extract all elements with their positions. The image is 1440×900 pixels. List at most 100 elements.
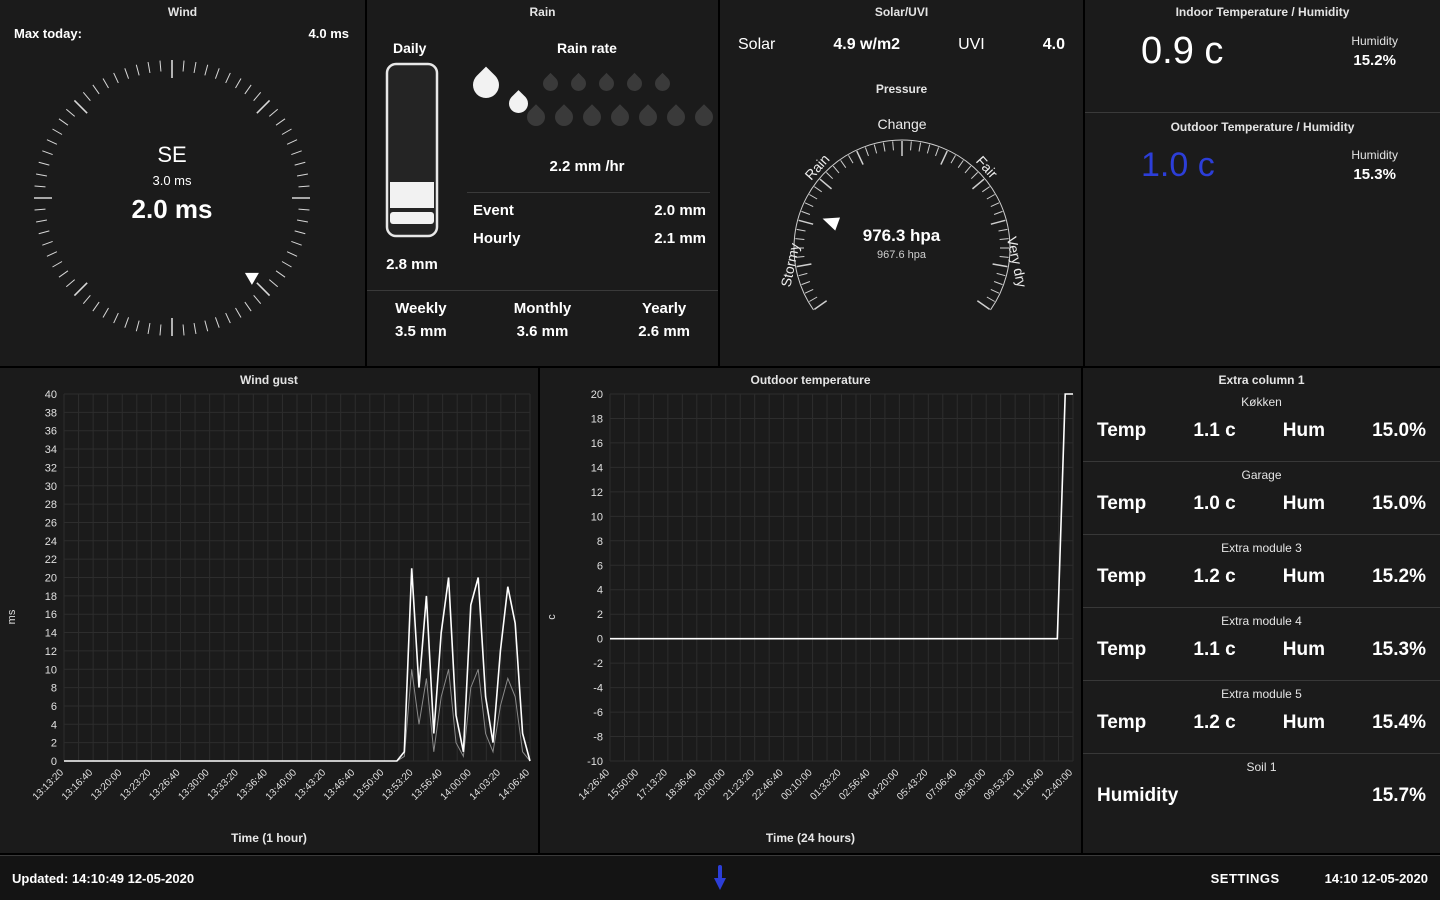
- module-readings-row: Temp 1.1 c Hum 15.3%: [1097, 639, 1426, 661]
- divider: [1085, 112, 1440, 113]
- svg-text:18: 18: [45, 591, 57, 603]
- temp-label: Temp: [1097, 493, 1147, 514]
- temperature-panel: Indoor Temperature / Humidity 0.9 c Humi…: [1085, 0, 1440, 366]
- svg-text:8: 8: [51, 683, 57, 695]
- last-updated-text: Updated: 14:10:49 12-05-2020: [12, 870, 195, 886]
- svg-text:14:06:40: 14:06:40: [497, 767, 533, 803]
- divider: [467, 192, 710, 193]
- svg-text:16: 16: [45, 609, 57, 621]
- outdoor-humidity-value: 15.3%: [1353, 166, 1396, 183]
- rain-panel: Rain Daily 2.8 mm Rain rate 2.2 mm /hr E…: [367, 0, 718, 366]
- rain-hourly-label: Hourly: [473, 230, 521, 247]
- svg-text:12: 12: [591, 487, 603, 499]
- rain-event-value: 2.0 mm: [654, 202, 706, 219]
- solar-pressure-panel: Solar/UVI Solar 4.9 w/m2 UVI 4.0 Pressur…: [720, 0, 1083, 366]
- wind-panel: Wind Max today: 4.0 ms SE 3.0 ms 2.0 ms: [0, 0, 365, 366]
- indoor-temp-value: 0.9 c: [1141, 30, 1224, 72]
- svg-text:14: 14: [45, 628, 57, 640]
- solar-uvi-row: Solar 4.9 w/m2 UVI 4.0: [720, 36, 1083, 54]
- uvi-value: 4.0: [1042, 36, 1065, 53]
- outdoor-temp-title: Outdoor Temperature / Humidity: [1170, 120, 1355, 134]
- rain-hourly-row: Hourly 2.1 mm: [473, 230, 706, 247]
- wind-gust-plot: 024681012141618202224262830323436384013:…: [31, 389, 533, 803]
- wind-average-value: 3.0 ms: [152, 173, 192, 188]
- module-name: Extra module 3: [1221, 541, 1302, 555]
- pressure-secondary-value: 967.6 hpa: [877, 249, 926, 261]
- svg-text:8: 8: [597, 536, 603, 548]
- solar-value: 4.9 w/m2: [833, 36, 901, 53]
- svg-text:30: 30: [45, 481, 57, 493]
- module-readings-row: Temp 1.1 c Hum 15.0%: [1097, 420, 1426, 442]
- svg-text:-8: -8: [593, 732, 603, 744]
- settings-button[interactable]: SETTINGS: [1211, 871, 1280, 886]
- outdoor-temp-chart-panel: -10 -8 -6 -4 -2 0 2 4 6 8 10 12 14 16 18 20 14:26:40 15:5…: [540, 368, 1081, 853]
- indoor-temp-title: Indoor Temperature / Humidity: [1175, 5, 1350, 19]
- soil-humidity-value: 15.7%: [1372, 785, 1426, 806]
- status-bar: Updated: 14:10:49 12-05-2020 SETTINGS 14…: [0, 855, 1440, 900]
- module-name: Køkken: [1241, 395, 1282, 409]
- rain-event-row: Event 2.0 mm: [473, 202, 706, 219]
- wind-gust-chart-title: Wind gust: [240, 373, 298, 387]
- footer-right: SETTINGS 14:10 12-05-2020: [1211, 871, 1428, 886]
- raindrop-active-icon: [467, 66, 505, 104]
- temp-value: 1.2 c: [1193, 712, 1236, 733]
- svg-text:20: 20: [45, 573, 57, 585]
- outdoor-humidity-label: Humidity: [1351, 148, 1398, 162]
- soil-section: Soil 1 Humidity 15.7%: [1083, 753, 1440, 820]
- indoor-humidity-label: Humidity: [1351, 34, 1398, 48]
- extra-module-section: Extra module 4 Temp 1.1 c Hum 15.3%: [1083, 607, 1440, 674]
- svg-text:4: 4: [597, 585, 603, 597]
- outdoor-humidity-block: Humidity 15.3%: [1351, 148, 1398, 183]
- gauge-label-change: Change: [877, 116, 927, 132]
- hum-value: 15.0%: [1372, 493, 1426, 514]
- svg-text:18: 18: [591, 413, 603, 425]
- extra-module-section: Extra module 5 Temp 1.2 c Hum 15.4%: [1083, 680, 1440, 747]
- wind-title: Wind: [167, 5, 198, 19]
- module-readings-row: Temp 1.2 c Hum 15.2%: [1097, 566, 1426, 588]
- svg-text:32: 32: [45, 462, 57, 474]
- divider: [367, 290, 718, 291]
- indoor-humidity-value: 15.2%: [1353, 52, 1396, 69]
- rain-yearly: Yearly 2.6 mm: [638, 300, 690, 340]
- svg-text:10: 10: [591, 511, 603, 523]
- svg-text:0: 0: [51, 756, 57, 768]
- wind-max-today-value: 4.0 ms: [308, 26, 349, 41]
- rain-daily-value: 2.8 mm: [386, 256, 438, 273]
- rain-monthly: Monthly 3.6 mm: [513, 300, 572, 340]
- rain-totals-row: Weekly 3.5 mm Monthly 3.6 mm Yearly 2.6 …: [367, 300, 718, 340]
- module-name: Garage: [1241, 468, 1282, 482]
- pressure-value: 976.3 hpa: [862, 226, 941, 245]
- raindrop-inactive-icon: [595, 72, 618, 95]
- svg-text:-2: -2: [593, 658, 603, 670]
- soil-humidity-label: Humidity: [1097, 785, 1179, 806]
- outdoor-temp-y-axis-label: c: [546, 613, 558, 620]
- wind-max-today-label: Max today:: [14, 26, 82, 41]
- outdoor-temp-chart-title: Outdoor temperature: [750, 373, 871, 387]
- footer-clock: 14:10 12-05-2020: [1324, 870, 1428, 886]
- raindrop-inactive-icon: [635, 104, 661, 130]
- temp-value: 1.1 c: [1193, 639, 1236, 660]
- raindrop-inactive-icon: [523, 104, 549, 130]
- rain-rate-indicator: [465, 60, 717, 152]
- hum-value: 15.4%: [1372, 712, 1426, 733]
- wind-gust-chart-panel: 0 2 4 6 8 10 12 14 16 18 20 22 24 26 28 30 32 34 36 38 40 13:…: [0, 368, 538, 853]
- raindrop-inactive-icon: [607, 104, 633, 130]
- solar-title: Solar/UVI: [874, 5, 929, 19]
- outdoor-temp-block: 1.0 c Humidity 15.3%: [1085, 146, 1440, 185]
- svg-text:12: 12: [45, 646, 57, 658]
- svg-text:10: 10: [45, 664, 57, 676]
- svg-text:20: 20: [591, 389, 603, 401]
- svg-text:6: 6: [51, 701, 57, 713]
- temp-label: Temp: [1097, 712, 1147, 733]
- svg-text:16: 16: [591, 438, 603, 450]
- svg-text:2: 2: [51, 738, 57, 750]
- extra-column-title: Extra column 1: [1218, 373, 1305, 387]
- mid-row: 0 2 4 6 8 10 12 14 16 18 20 22 24 26 28 30 32 34 36 38 40 13:…: [0, 368, 1440, 853]
- raindrop-inactive-icon: [691, 104, 717, 130]
- rain-hourly-value: 2.1 mm: [654, 230, 706, 247]
- wind-readings: SE 3.0 ms 2.0 ms: [32, 142, 312, 225]
- scroll-down-arrow-icon[interactable]: [712, 863, 728, 893]
- pressure-title: Pressure: [875, 82, 928, 96]
- indoor-humidity-block: Humidity 15.2%: [1351, 34, 1398, 69]
- raindrop-inactive-icon: [551, 104, 577, 130]
